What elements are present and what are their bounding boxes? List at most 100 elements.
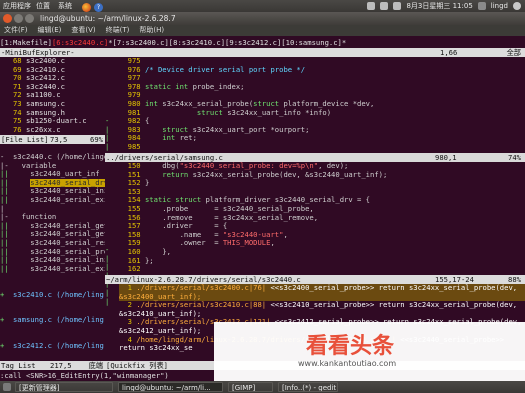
file-list-item[interactable]: 75 sb1250-duart.c (0, 117, 105, 126)
tag-file-name[interactable]: s3c2412.c (/home/ling (13, 342, 104, 350)
code-line[interactable]: 980 int s3c24xx_serial_probe(struct plat… (119, 100, 525, 109)
code-line[interactable]: 153 (119, 188, 525, 197)
file-name[interactable]: samsung.c (26, 100, 65, 108)
minimize-icon[interactable] (14, 14, 23, 23)
task-terminal[interactable]: lingd@ubuntu: ~/arm/li... (118, 382, 223, 392)
code-line[interactable]: 976 /* Device driver serial port probe *… (119, 66, 525, 75)
tag-file-collapsed[interactable]: + s3c2410.c (/home/ling (0, 291, 105, 300)
quickfix-line[interactable]: &s3c2410_uart_inf); (119, 310, 525, 319)
code-line[interactable]: 150 dbg("s3c2440_serial_probe: dev=%p\n"… (119, 162, 525, 171)
tag-file-collapsed[interactable]: + samsung.c (/home/ling (0, 316, 105, 325)
file-name[interactable]: s3c2440.c (26, 83, 65, 91)
code-line[interactable]: 975 (119, 57, 525, 66)
buffer-tab[interactable]: [1:Makefile] (0, 39, 52, 47)
task-update-manager[interactable]: [更新管理器] (15, 382, 113, 392)
mail-icon[interactable] (380, 2, 389, 10)
code-line[interactable]: 983 struct s3c24xx_uart_port *ourport; (119, 126, 525, 135)
clock[interactable]: 8月3日星期三 11:05 (406, 0, 472, 12)
quickfix-line[interactable]: &s3c2400_uart_inf); (119, 292, 525, 302)
qf-location[interactable]: ./drivers/serial/s3c2410.c|88| (136, 301, 266, 309)
file-name[interactable]: s3c2410.c (26, 66, 65, 74)
code-line[interactable]: 157 .driver = { (119, 222, 525, 231)
task-gedit[interactable]: [Info..(*) - gedit (278, 382, 338, 392)
tag-function[interactable]: || s3c2440_serial_res (0, 239, 105, 248)
user-name[interactable]: lingd (491, 0, 508, 12)
tag-variable[interactable]: || s3c2440_serial_drv (0, 178, 105, 188)
tag-name[interactable]: s3c2440_serial_drv (30, 178, 105, 187)
code-line[interactable]: 985 (119, 143, 525, 152)
file-list-item[interactable]: 68 s3c2400.c (0, 57, 105, 66)
file-list-item[interactable]: 76 sc26xx.c (0, 126, 105, 135)
menu-system[interactable]: 系统 (58, 0, 72, 12)
code-window-main[interactable]: 150 dbg("s3c2440_serial_probe: dev=%p\n"… (119, 162, 525, 274)
tag-variable[interactable]: || s3c2440_serial_ini (0, 187, 105, 196)
code-window-top[interactable]: 975 976 /* Device driver serial port pro… (119, 57, 525, 153)
code-line[interactable]: 162 (119, 265, 525, 274)
code-line[interactable]: 158 .name = "s3c2440-uart", (119, 231, 525, 240)
tag-file-collapsed[interactable]: + s3c2412.c (/home/ling (0, 342, 105, 351)
menu-edit[interactable]: 编辑(E) (38, 26, 62, 34)
tag-file-name[interactable]: samsung.c (/home/ling (13, 316, 104, 324)
tag-function[interactable]: || s3c2440_serial_get (0, 222, 105, 231)
maximize-icon[interactable] (25, 14, 34, 23)
code-line[interactable]: 977 (119, 74, 525, 83)
file-name[interactable]: samsung.h (26, 109, 65, 117)
tag-name[interactable]: s3c2440_serial_ini (30, 187, 105, 195)
file-name[interactable]: sa1100.c (26, 91, 61, 99)
code-line[interactable]: 154 static struct platform_driver s3c244… (119, 196, 525, 205)
menu-help[interactable]: 帮助(H) (139, 26, 164, 34)
file-name[interactable]: sb1250-duart.c (26, 117, 87, 125)
volume-icon[interactable] (393, 2, 402, 10)
tag-function[interactable]: || s3c2440_serial_exi (0, 265, 105, 274)
tag-variable[interactable]: || s3c2440_uart_inf (0, 170, 105, 179)
tag-group-variable[interactable]: |- variable (0, 162, 105, 171)
tag-variable[interactable]: || s3c2440_serial_exi (0, 196, 105, 205)
file-list-item[interactable]: 69 s3c2410.c (0, 66, 105, 75)
power-icon[interactable] (513, 2, 521, 10)
code-line[interactable]: 161 }; (119, 257, 525, 266)
code-line[interactable]: 152 } (119, 179, 525, 188)
close-icon[interactable] (3, 14, 12, 23)
code-line[interactable]: 984 int ret; (119, 134, 525, 143)
file-list-item[interactable]: 72 sa1100.c (0, 91, 105, 100)
file-name[interactable]: s3c2412.c (26, 74, 65, 82)
network-icon[interactable] (367, 2, 376, 10)
menu-view[interactable]: 查看(V) (71, 26, 95, 34)
tag-name[interactable]: s3c2440_uart_inf (30, 170, 99, 178)
menu-places[interactable]: 位置 (36, 0, 50, 12)
code-line[interactable]: 159 .owner = THIS_MODULE, (119, 239, 525, 248)
tag-file-header[interactable]: - s3c2440.c (/home/lingd (0, 153, 105, 162)
buffer-tab[interactable]: *[7:s3c2400.c][8:s3c2410.c][9:s3c2412.c]… (108, 39, 346, 47)
quickfix-line[interactable]: 2 ./drivers/serial/s3c2410.c|88| <<s3c24… (119, 301, 525, 310)
file-list-item[interactable]: 71 s3c2440.c (0, 83, 105, 92)
file-list-item[interactable]: 73 samsung.c (0, 100, 105, 109)
qf-location[interactable]: ./drivers/serial/s3c2400.c|76| (136, 284, 266, 292)
tag-name[interactable]: s3c2440_serial_exi (30, 196, 105, 204)
tag-name[interactable]: s3c2440_serial_ini (30, 256, 105, 264)
code-line[interactable]: 155 .probe = s3c2440_serial_probe, (119, 205, 525, 214)
menu-file[interactable]: 文件(F) (4, 26, 28, 34)
file-list-item[interactable]: 70 s3c2412.c (0, 74, 105, 83)
tag-name[interactable]: s3c2440_serial_get (30, 230, 105, 238)
tag-file-name[interactable]: s3c2410.c (/home/ling (13, 291, 104, 299)
tag-function[interactable]: || s3c2440_serial_get (0, 230, 105, 239)
window-titlebar[interactable]: lingd@ubuntu: ~/arm/linux-2.6.28.7 (0, 12, 525, 25)
code-line[interactable]: 979 (119, 91, 525, 100)
tag-name[interactable]: s3c2440_serial_pro (30, 248, 105, 256)
code-line[interactable]: 981 struct s3c24xx_uart_info *info) (119, 109, 525, 118)
file-name[interactable]: sc26xx.c (26, 126, 61, 134)
tag-name[interactable]: s3c2440_serial_exi (30, 265, 105, 273)
code-line[interactable]: 151 return s3c24xx_serial_probe(dev, &s3… (119, 171, 525, 180)
code-line[interactable]: 160 }, (119, 248, 525, 257)
menu-terminal[interactable]: 终端(T) (106, 26, 130, 34)
code-line[interactable]: 982 { (119, 117, 525, 126)
code-line[interactable]: 156 .remove = s3c24xx_serial_remove, (119, 214, 525, 223)
file-name[interactable]: s3c2400.c (26, 57, 65, 65)
task-gimp[interactable]: [GIMP] (228, 382, 273, 392)
quickfix-line[interactable]: 1 ./drivers/serial/s3c2400.c|76| <<s3c24… (119, 284, 525, 293)
buffer-tab-active[interactable]: [6:s3c2440.c] (52, 39, 108, 47)
tag-name[interactable]: s3c2440_serial_get (30, 222, 105, 230)
tag-name[interactable]: s3c2440_serial_res (30, 239, 105, 247)
tag-function[interactable]: || s3c2440_serial_ini (0, 256, 105, 265)
tag-function[interactable]: || s3c2440_serial_pro (0, 248, 105, 257)
